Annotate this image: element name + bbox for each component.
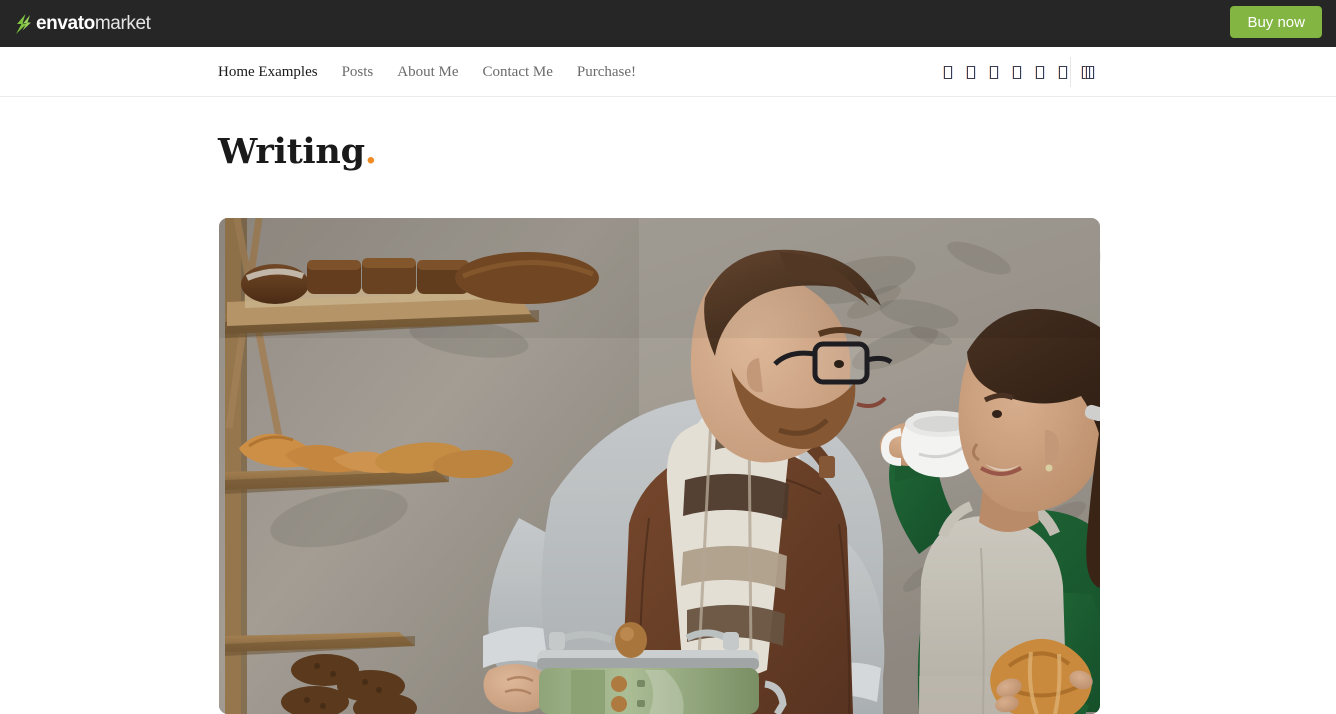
social-icon-2[interactable] <box>967 65 975 79</box>
envato-logo[interactable]: envato market <box>14 13 151 35</box>
site-navigation: Home Examples Posts About Me Contact Me … <box>0 47 1336 97</box>
envato-logo-secondary: market <box>94 13 151 34</box>
nav-link-about-me[interactable]: About Me <box>397 64 458 80</box>
envato-market-bar: envato market Buy now <box>0 0 1336 47</box>
nav-link-home-examples[interactable]: Home Examples <box>218 64 318 80</box>
featured-photo <box>219 218 1100 714</box>
nav-links: Home Examples Posts About Me Contact Me … <box>218 47 636 97</box>
social-icon-5[interactable] <box>1036 65 1044 79</box>
featured-image[interactable] <box>219 218 1100 714</box>
nav-divider <box>1070 57 1071 87</box>
nav-item-posts[interactable]: Posts <box>342 63 374 81</box>
page-title: Writing. <box>218 131 377 172</box>
page-header: Writing. <box>0 97 1336 278</box>
buy-now-button[interactable]: Buy now <box>1230 6 1322 38</box>
nav-item-purchase[interactable]: Purchase! <box>577 63 636 81</box>
social-icon-4[interactable] <box>1013 65 1021 79</box>
nav-link-posts[interactable]: Posts <box>342 64 374 80</box>
social-icon-3[interactable] <box>990 65 998 79</box>
nav-item-about-me[interactable]: About Me <box>397 63 458 81</box>
envato-logo-primary: envato <box>36 13 95 34</box>
envato-leaf-icon <box>14 13 34 35</box>
social-icon-6[interactable] <box>1059 65 1067 79</box>
nav-link-contact-me[interactable]: Contact Me <box>483 64 553 80</box>
search-button[interactable] <box>1086 47 1094 97</box>
nav-item-contact-me[interactable]: Contact Me <box>483 63 553 81</box>
nav-link-purchase[interactable]: Purchase! <box>577 64 636 80</box>
nav-item-home-examples[interactable]: Home Examples <box>218 63 318 81</box>
page-title-text: Writing <box>218 131 365 172</box>
page-title-accent-dot: . <box>364 131 377 172</box>
nav-social-icons <box>944 47 1090 97</box>
search-icon <box>1086 65 1094 79</box>
social-icon-1[interactable] <box>944 65 952 79</box>
